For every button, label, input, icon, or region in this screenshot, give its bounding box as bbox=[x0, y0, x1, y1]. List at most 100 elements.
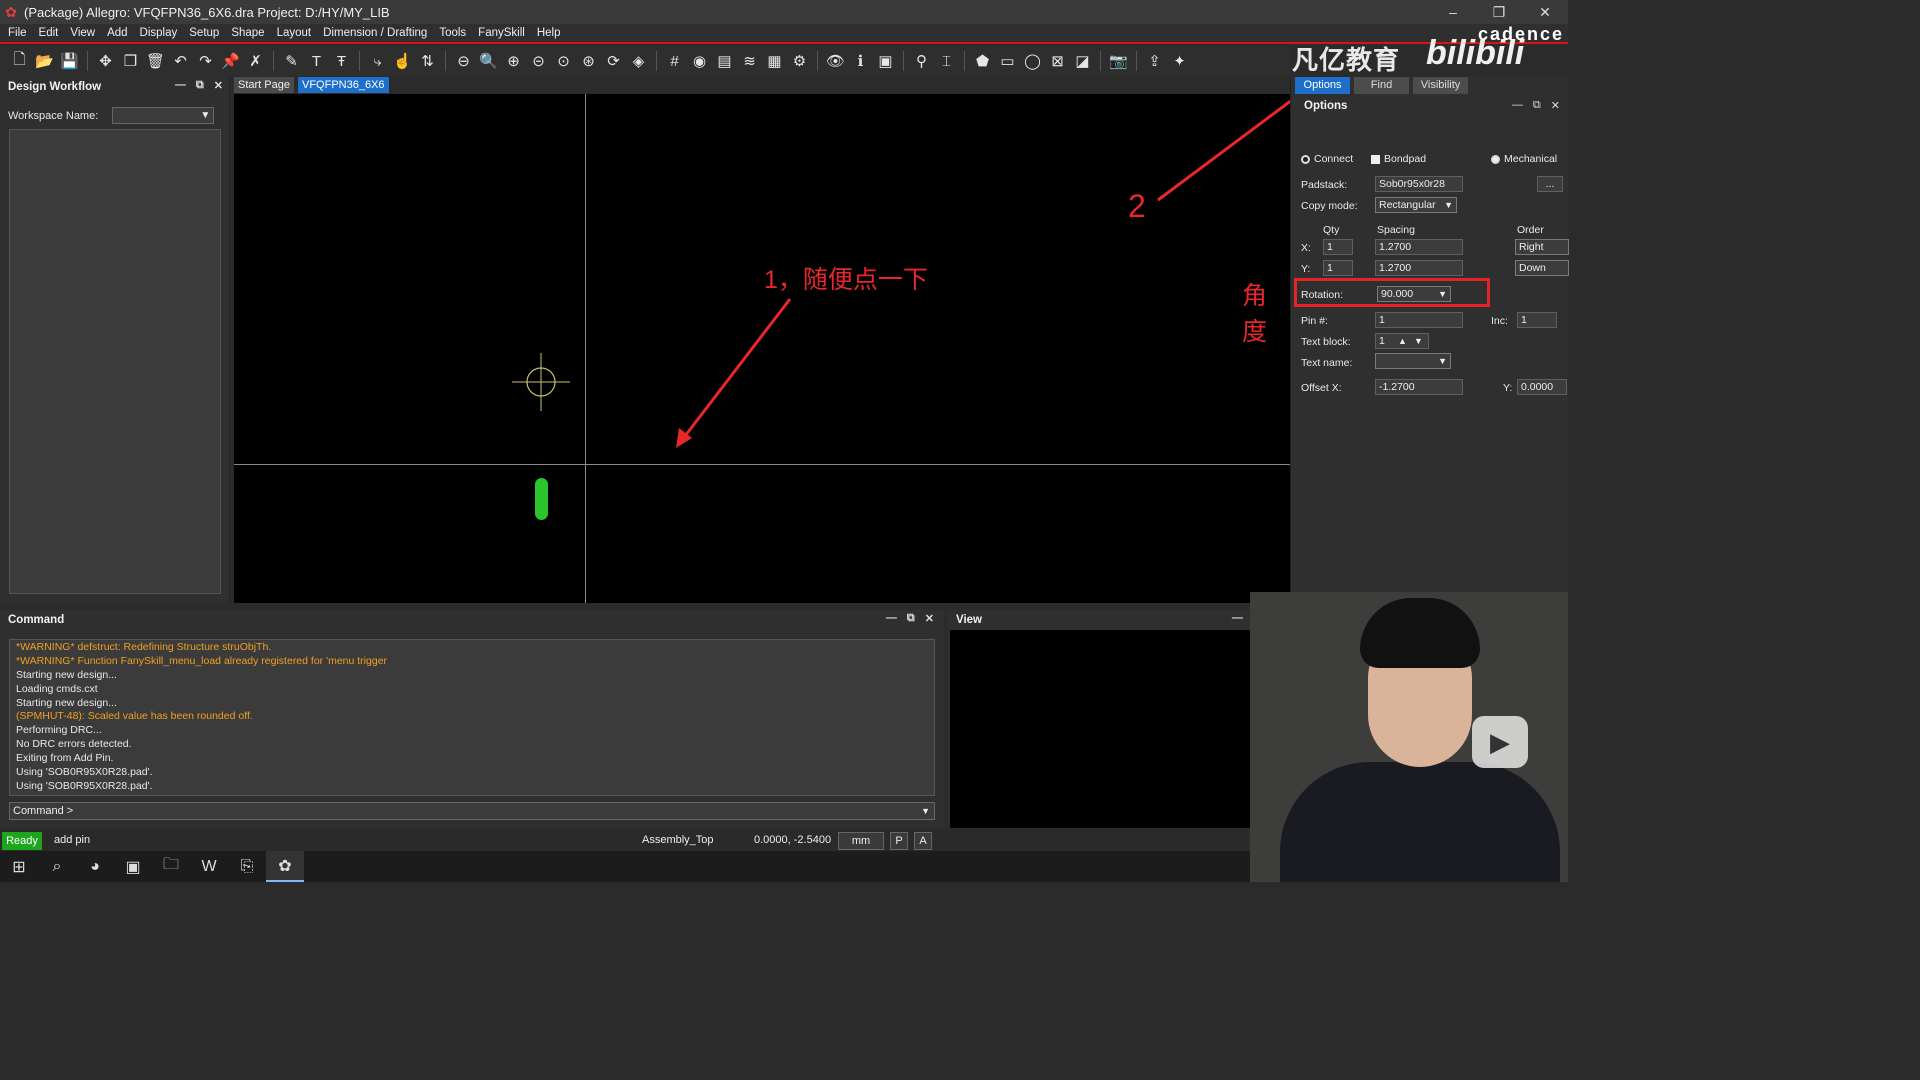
zoom-fit-icon[interactable]: ⊙ bbox=[552, 50, 575, 72]
close-icon[interactable]: ✕ bbox=[1551, 99, 1560, 112]
mechanical-radio[interactable]: Mechanical bbox=[1491, 153, 1557, 165]
close-icon[interactable]: ✕ bbox=[214, 79, 223, 92]
padstack-browse-button[interactable]: ... bbox=[1537, 176, 1563, 192]
menu-help[interactable]: Help bbox=[531, 27, 567, 39]
y-order-select[interactable]: Down bbox=[1515, 260, 1569, 276]
settings-icon[interactable]: ⚙ bbox=[788, 50, 811, 72]
dimension-icon[interactable]: ⌶ bbox=[935, 50, 958, 72]
copy-mode-select[interactable]: Rectangular ▼ bbox=[1375, 197, 1457, 213]
unpin-icon[interactable]: ✗ bbox=[244, 50, 267, 72]
menu-layout[interactable]: Layout bbox=[271, 27, 318, 39]
menu-tools[interactable]: Tools bbox=[433, 27, 472, 39]
status-subclass[interactable]: Assembly_Top bbox=[642, 834, 714, 846]
3d-view-icon[interactable]: ◈ bbox=[627, 50, 650, 72]
inc-field[interactable]: 1 bbox=[1517, 312, 1557, 328]
menu-file[interactable]: File bbox=[2, 27, 33, 39]
undo-icon[interactable]: ↶ bbox=[169, 50, 192, 72]
workspace-name-select[interactable]: ▼ bbox=[112, 107, 215, 124]
redo-icon[interactable]: ↷ bbox=[194, 50, 217, 72]
zoom-window-icon[interactable]: 🔍 bbox=[477, 50, 500, 72]
x-order-select[interactable]: Right bbox=[1515, 239, 1569, 255]
slide-icon[interactable]: ☝ bbox=[391, 50, 414, 72]
grid-icon[interactable]: # bbox=[663, 50, 686, 72]
tab-visibility[interactable]: Visibility bbox=[1413, 77, 1468, 94]
workspace-list[interactable] bbox=[9, 129, 221, 594]
menu-add[interactable]: Add bbox=[101, 27, 133, 39]
delete-icon[interactable]: 🗑 bbox=[144, 50, 167, 72]
tab-find[interactable]: Find bbox=[1354, 77, 1409, 94]
world-view-canvas[interactable] bbox=[950, 630, 1288, 828]
layers-icon[interactable]: ▤ bbox=[713, 50, 736, 72]
pdf-icon[interactable]: ⎘ bbox=[228, 851, 266, 882]
tab-start-page[interactable]: Start Page bbox=[234, 77, 294, 93]
connect-radio[interactable]: Connect bbox=[1301, 153, 1353, 165]
menu-view[interactable]: View bbox=[64, 27, 101, 39]
allegro-taskbar-icon[interactable]: ✿ bbox=[266, 851, 304, 882]
minimize-icon[interactable]: — bbox=[175, 79, 186, 92]
x-qty-field[interactable]: 1 bbox=[1323, 239, 1353, 255]
menu-display[interactable]: Display bbox=[134, 27, 184, 39]
restore-button[interactable]: ❐ bbox=[1476, 0, 1522, 24]
shape-edit-icon[interactable]: ⊠ bbox=[1046, 50, 1069, 72]
menu-edit[interactable]: Edit bbox=[33, 27, 65, 39]
visibility-eye-icon[interactable]: 👁 bbox=[824, 50, 847, 72]
close-button[interactable]: ✕ bbox=[1522, 0, 1568, 24]
minimize-icon[interactable]: — bbox=[1512, 99, 1523, 112]
float-icon[interactable]: ⧉ bbox=[1533, 99, 1541, 112]
close-icon[interactable]: ✕ bbox=[925, 612, 934, 625]
arrow-down-icon[interactable]: ▼ bbox=[1414, 334, 1423, 348]
add-circle-icon[interactable]: ◯ bbox=[1021, 50, 1044, 72]
y-spacing-field[interactable]: 1.2700 bbox=[1375, 260, 1463, 276]
chevron-down-icon[interactable]: ▼ bbox=[921, 803, 930, 819]
move-icon[interactable]: ✥ bbox=[94, 50, 117, 72]
shape-icon[interactable]: ⬟ bbox=[971, 50, 994, 72]
add-line-icon[interactable]: ✎ bbox=[280, 50, 303, 72]
redraw-icon[interactable]: ⟳ bbox=[602, 50, 625, 72]
save-icon[interactable]: 💾 bbox=[58, 50, 81, 72]
offset-x-field[interactable]: -1.2700 bbox=[1375, 379, 1463, 395]
properties-icon[interactable]: ℹ bbox=[849, 50, 872, 72]
command-input[interactable]: Command > ▼ bbox=[9, 802, 935, 820]
pin-number-field[interactable]: 1 bbox=[1375, 312, 1463, 328]
text-name-select[interactable]: ▼ bbox=[1375, 353, 1451, 369]
add-connect-icon[interactable]: ⤷ bbox=[366, 50, 389, 72]
arrow-up-icon[interactable]: ▲ bbox=[1398, 334, 1407, 348]
edit-text-icon[interactable]: Ŧ bbox=[330, 50, 353, 72]
design-canvas[interactable]: 1，随便点一下 2 角度 bbox=[234, 94, 1290, 603]
offset-y-field[interactable]: 0.0000 bbox=[1517, 379, 1567, 395]
float-icon[interactable]: ⧉ bbox=[907, 612, 915, 625]
status-p-toggle[interactable]: P bbox=[890, 832, 908, 850]
padstack-field[interactable]: Sob0r95x0r28 bbox=[1375, 176, 1463, 192]
minimize-button[interactable]: – bbox=[1430, 0, 1476, 24]
menu-dimension-drafting[interactable]: Dimension / Drafting bbox=[317, 27, 433, 39]
place-pin-icon[interactable]: ⚲ bbox=[910, 50, 933, 72]
status-units[interactable]: mm bbox=[838, 832, 884, 850]
open-folder-icon[interactable]: 📂 bbox=[33, 50, 56, 72]
new-file-icon[interactable]: 🗋 bbox=[8, 50, 31, 72]
zoom-out-icon[interactable]: ⊖ bbox=[452, 50, 475, 72]
x-spacing-field[interactable]: 1.2700 bbox=[1375, 239, 1463, 255]
color-icon[interactable]: ◉ bbox=[688, 50, 711, 72]
copy-icon[interactable]: ❐ bbox=[119, 50, 142, 72]
snapshot-icon[interactable]: 📷 bbox=[1107, 50, 1130, 72]
play-icon[interactable]: ▶ bbox=[1472, 716, 1528, 768]
swap-icon[interactable]: ⇅ bbox=[416, 50, 439, 72]
menu-shape[interactable]: Shape bbox=[225, 27, 270, 39]
pin-icon[interactable]: 📌 bbox=[219, 50, 242, 72]
menu-setup[interactable]: Setup bbox=[183, 27, 225, 39]
file-explorer-icon[interactable]: 🗀 bbox=[152, 851, 190, 882]
report-icon[interactable]: ▦ bbox=[763, 50, 786, 72]
stackup-icon[interactable]: ≋ bbox=[738, 50, 761, 72]
package-icon[interactable]: ▣ bbox=[874, 50, 897, 72]
pycharm-icon[interactable]: ▣ bbox=[114, 851, 152, 882]
plugin-icon[interactable]: ✦ bbox=[1168, 50, 1191, 72]
float-icon[interactable]: ⧉ bbox=[196, 79, 204, 92]
void-icon[interactable]: ◪ bbox=[1071, 50, 1094, 72]
text-block-stepper[interactable]: 1 ▲ ▼ bbox=[1375, 333, 1429, 349]
zoom-prev-icon[interactable]: ⊝ bbox=[527, 50, 550, 72]
add-text-icon[interactable]: T bbox=[305, 50, 328, 72]
windows-start-icon[interactable]: ⊞ bbox=[0, 851, 38, 882]
menu-fanyskill[interactable]: FanySkill bbox=[472, 27, 531, 39]
zoom-center-icon[interactable]: ⊛ bbox=[577, 50, 600, 72]
zoom-in-icon[interactable]: ⊕ bbox=[502, 50, 525, 72]
